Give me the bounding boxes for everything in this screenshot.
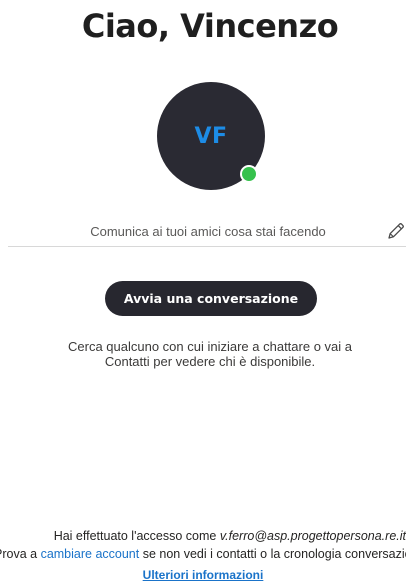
- start-conversation-button[interactable]: Avvia una conversazione: [105, 281, 317, 316]
- status-message-row: [8, 218, 406, 247]
- avatar-initials: VF: [194, 123, 228, 149]
- more-info-link[interactable]: Ulteriori informazioni: [0, 568, 406, 582]
- helper-line-2: Contatti per vedere chi è disponibile.: [104, 354, 316, 369]
- signed-in-prefix: Hai effettuato l'accesso come: [53, 529, 220, 543]
- switch-suffix: se non vedi i contatti o la cronologia c…: [139, 547, 406, 561]
- presence-available-icon: [240, 165, 258, 183]
- status-message-input[interactable]: [8, 218, 368, 244]
- account-email: v.ferro@asp.progettopersona.re.it: [219, 529, 406, 543]
- signed-in-notice: Hai effettuato l'accesso come v.ferro@as…: [0, 529, 406, 543]
- switch-prefix: Prova a: [0, 547, 38, 561]
- switch-account-notice: Prova a cambiare account se non vedi i c…: [0, 547, 406, 561]
- empty-state-helper: Cerca qualcuno con cui iniziare a chatta…: [0, 339, 406, 369]
- greeting-title: Ciao, Vincenzo: [81, 7, 339, 45]
- pencil-icon[interactable]: [386, 221, 406, 241]
- switch-account-link[interactable]: cambiare account: [41, 547, 140, 561]
- helper-line-1: Cerca qualcuno con cui iniziare a chatta…: [68, 339, 352, 354]
